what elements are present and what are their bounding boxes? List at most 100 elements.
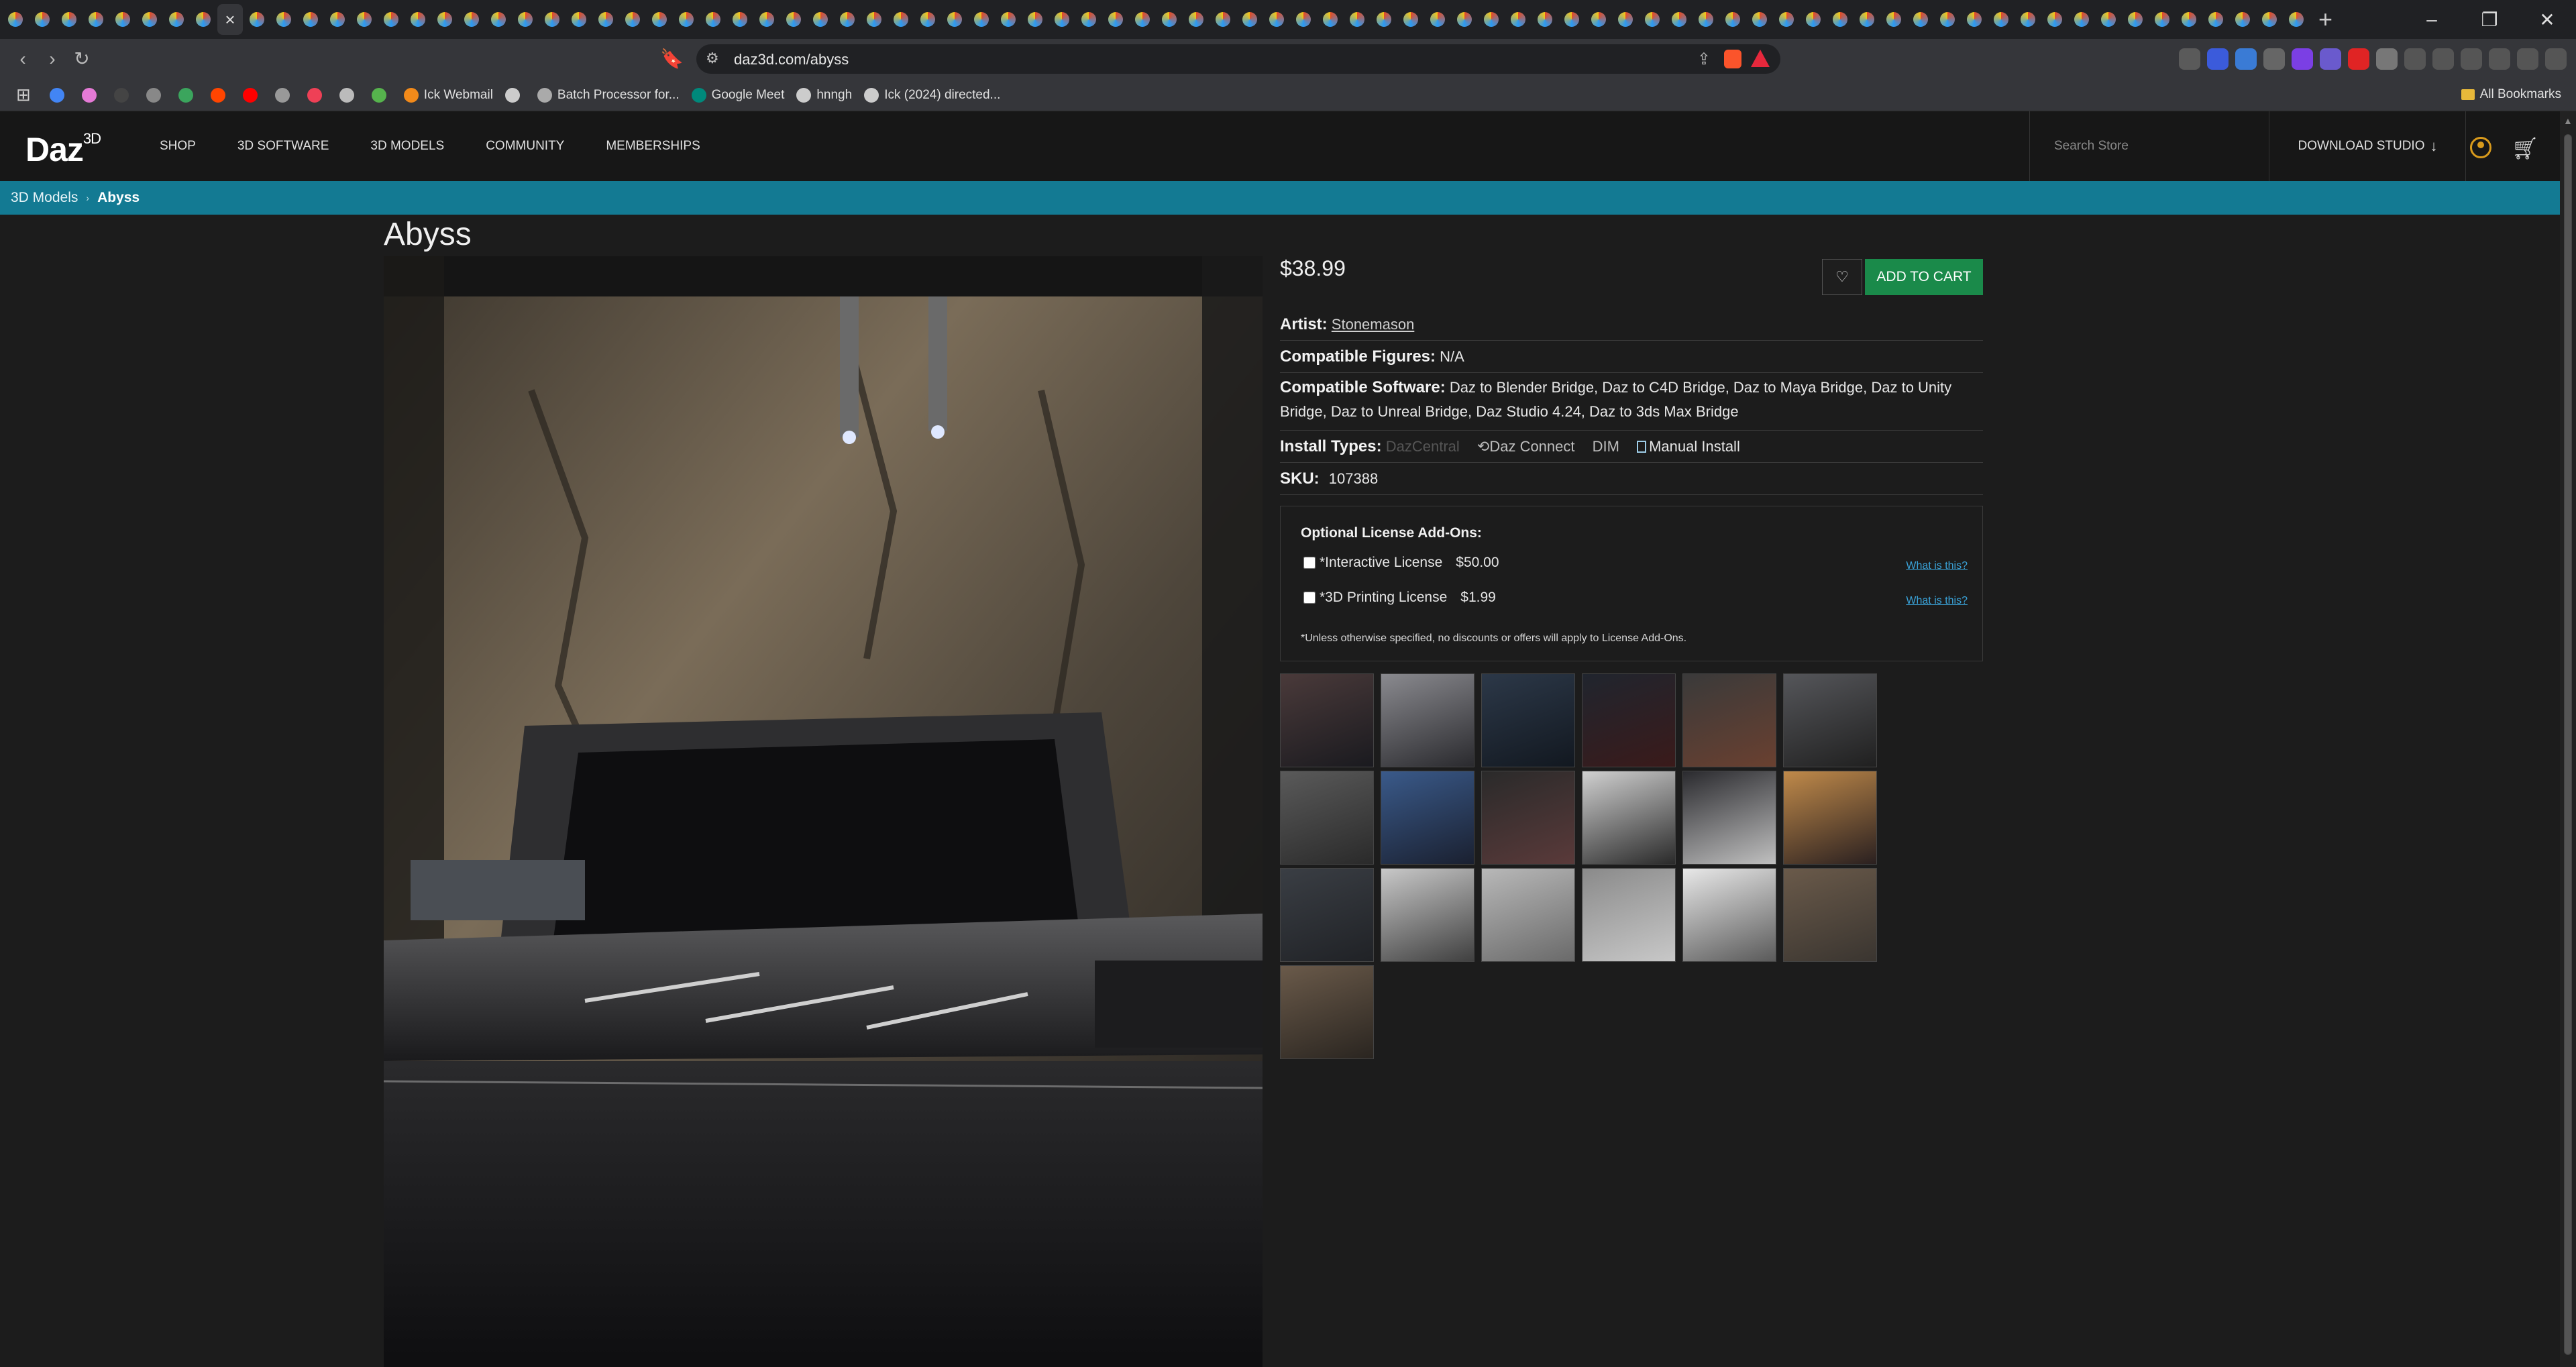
browser-tab[interactable]: [1693, 4, 1719, 35]
browser-tab[interactable]: [915, 4, 941, 35]
browser-tab[interactable]: [352, 4, 377, 35]
nav-community[interactable]: COMMUNITY: [486, 139, 564, 154]
back-icon[interactable]: ‹: [12, 48, 34, 70]
product-thumbnail[interactable]: [1783, 868, 1877, 962]
browser-tab[interactable]: [110, 4, 136, 35]
browser-tab[interactable]: [942, 4, 967, 35]
bookmark-item[interactable]: [178, 87, 199, 103]
browser-tab[interactable]: [1988, 4, 2014, 35]
url-text[interactable]: daz3d.com/abyss: [734, 51, 849, 68]
browser-tab[interactable]: [1827, 4, 1853, 35]
bookmark-item[interactable]: [49, 87, 70, 103]
artist-link[interactable]: Stonemason: [1332, 316, 1415, 333]
new-tab-button[interactable]: +: [2318, 5, 2332, 34]
browser-tab[interactable]: [2069, 4, 2094, 35]
browser-tab[interactable]: [83, 4, 109, 35]
minimize-button[interactable]: –: [2403, 0, 2461, 39]
browser-tab[interactable]: [1720, 4, 1746, 35]
browser-tab[interactable]: [30, 4, 55, 35]
download-studio-button[interactable]: DOWNLOAD STUDIO ↓: [2270, 111, 2466, 181]
bookmark-item[interactable]: [307, 87, 327, 103]
nav-shop[interactable]: SHOP: [160, 139, 196, 154]
product-thumbnail[interactable]: [1682, 868, 1776, 962]
browser-tab[interactable]: [1130, 4, 1155, 35]
site-info-icon[interactable]: ⚙: [706, 50, 719, 67]
bookmark-item[interactable]: Ick (2024) directed...: [864, 87, 1000, 103]
product-thumbnail[interactable]: [1582, 673, 1676, 767]
browser-tab[interactable]: [378, 4, 404, 35]
scrollbar-thumb[interactable]: [2564, 134, 2572, 1355]
browser-tab[interactable]: [432, 4, 458, 35]
page-scrollbar[interactable]: ▲: [2560, 111, 2576, 1367]
browser-tab[interactable]: [137, 4, 162, 35]
browser-tab[interactable]: [1666, 4, 1692, 35]
all-bookmarks-button[interactable]: All Bookmarks: [2461, 87, 2561, 102]
browser-tab[interactable]: [2176, 4, 2202, 35]
browser-tab[interactable]: [1237, 4, 1263, 35]
browser-tab[interactable]: [325, 4, 350, 35]
browser-tab[interactable]: [2203, 4, 2229, 35]
browser-tab[interactable]: [1318, 4, 1343, 35]
product-thumbnail[interactable]: [1682, 673, 1776, 767]
bookmark-item[interactable]: [146, 87, 166, 103]
browser-tab[interactable]: [2015, 4, 2041, 35]
forward-icon[interactable]: ›: [42, 48, 63, 70]
browser-tab[interactable]: [1935, 4, 1960, 35]
browser-tab[interactable]: [2284, 4, 2309, 35]
browser-tab[interactable]: [2230, 4, 2255, 35]
browser-tab[interactable]: [1183, 4, 1209, 35]
daz-logo[interactable]: Daz3D: [25, 130, 101, 169]
leo-icon[interactable]: [2489, 48, 2510, 70]
browser-tab[interactable]: [727, 4, 753, 35]
browser-tab[interactable]: [1398, 4, 1424, 35]
product-thumbnail[interactable]: [1582, 868, 1676, 962]
browser-tab[interactable]: [1479, 4, 1504, 35]
brave-rewards-icon[interactable]: [1751, 50, 1770, 67]
close-tab-icon[interactable]: ×: [225, 9, 235, 30]
interactive-license-option[interactable]: *Interactive License $50.00: [1303, 555, 1499, 571]
browser-tab[interactable]: [1640, 4, 1665, 35]
browser-tab[interactable]: [244, 4, 270, 35]
sidebar-icon[interactable]: [2432, 48, 2454, 70]
browser-tab[interactable]: [674, 4, 699, 35]
browser-tab[interactable]: [1371, 4, 1397, 35]
browser-tab[interactable]: [298, 4, 323, 35]
scroll-up-icon[interactable]: ▲: [2563, 115, 2573, 126]
browser-tab[interactable]: [2257, 4, 2282, 35]
browser-tab[interactable]: [191, 4, 216, 35]
extension-icon[interactable]: [2263, 48, 2285, 70]
browser-tab[interactable]: [781, 4, 806, 35]
product-thumbnail[interactable]: [1783, 673, 1877, 767]
product-thumbnail[interactable]: [1481, 868, 1575, 962]
bookmark-item[interactable]: [274, 87, 295, 103]
active-tab[interactable]: ×: [217, 4, 243, 35]
browser-tab[interactable]: [1613, 4, 1638, 35]
browser-tab[interactable]: [1452, 4, 1477, 35]
bookmark-icon[interactable]: 🔖: [660, 48, 684, 70]
product-thumbnail[interactable]: [1381, 771, 1474, 865]
product-hero-image[interactable]: [384, 256, 1263, 1367]
nav-3d-models[interactable]: 3D MODELS: [370, 139, 444, 154]
browser-tab[interactable]: [835, 4, 860, 35]
bookmark-item[interactable]: [339, 87, 360, 103]
browser-tab[interactable]: [700, 4, 726, 35]
cart-icon[interactable]: 🛒︎: [2512, 135, 2539, 161]
browser-tab[interactable]: [164, 4, 189, 35]
browser-tab[interactable]: [1532, 4, 1558, 35]
browser-tab[interactable]: [56, 4, 82, 35]
browser-tab[interactable]: [969, 4, 994, 35]
browser-tab[interactable]: [647, 4, 672, 35]
breadcrumb-3d-models[interactable]: 3D Models: [11, 190, 78, 206]
vpn-icon[interactable]: [2517, 48, 2538, 70]
bookmark-item[interactable]: [504, 87, 525, 103]
browser-tab[interactable]: [1747, 4, 1772, 35]
bookmark-item[interactable]: Ick Webmail: [403, 87, 493, 103]
bookmark-item[interactable]: Google Meet: [691, 87, 784, 103]
browser-tab[interactable]: [1103, 4, 1128, 35]
browser-tab[interactable]: [1881, 4, 1907, 35]
browser-tab[interactable]: [1264, 4, 1289, 35]
browser-tab[interactable]: [2042, 4, 2068, 35]
bookmark-item[interactable]: [210, 87, 231, 103]
extension-icon[interactable]: [2179, 48, 2200, 70]
browser-tab[interactable]: [1076, 4, 1102, 35]
